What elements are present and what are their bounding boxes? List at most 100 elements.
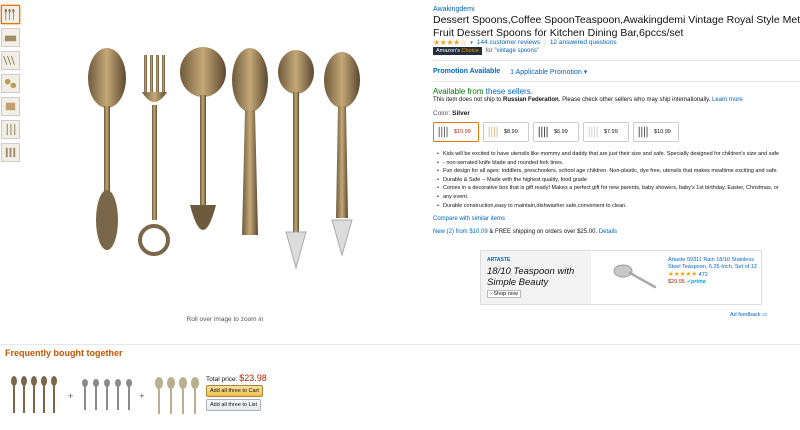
swatch-image: [638, 126, 648, 138]
swatch-price: $6.99: [554, 129, 568, 135]
new-offers-link[interactable]: New (2) from $10.09: [433, 229, 488, 235]
total-label: Total price:: [206, 376, 238, 383]
total-price: Total price: $23.98: [206, 373, 267, 383]
ad-product-info: Artaste 59311 Rain 18/10 Stainless Steel…: [668, 257, 761, 286]
add-all-to-cart-button[interactable]: Add all three to Cart: [206, 385, 263, 397]
fbt-product-image[interactable]: [8, 375, 62, 417]
learn-more-link[interactable]: Learn more: [712, 97, 743, 103]
feature-bullet: Durable & Safe -- Made with the highest …: [437, 176, 800, 185]
ad-price: $20.95: [668, 279, 685, 285]
fbt-product-image[interactable]: [79, 375, 133, 417]
review-count-link[interactable]: 144 customer reviews: [477, 39, 540, 46]
ad-feedback-link[interactable]: Ad feedback ▭: [730, 312, 767, 318]
ad-headline: 18/10 Teaspoon with Simple Beauty: [487, 266, 585, 288]
color-swatches: $10.99 $8.99 $6.99 $7.99 $10.99: [433, 122, 679, 142]
color-value: Silver: [452, 110, 470, 117]
ad-headline-line: Simple Beauty: [487, 277, 549, 288]
thumbnail[interactable]: [1, 5, 20, 24]
shop-now-button[interactable]: › Shop now: [487, 290, 585, 298]
ship-text: This item does not ship to: [433, 97, 502, 103]
ad-brand: ARTASTE: [487, 257, 511, 263]
swatch-price: $10.99: [654, 129, 671, 135]
promotion-label: Promotion Available: [433, 68, 501, 75]
shipping-notice: This item does not ship to Russian Feder…: [433, 97, 743, 103]
swatch-price: $8.99: [504, 129, 518, 135]
thumbnail-strip: [1, 5, 21, 166]
swatch-price: $10.99: [454, 129, 471, 135]
sponsored-ad[interactable]: ARTASTE 18/10 Teaspoon with Simple Beaut…: [480, 250, 762, 305]
compare-link[interactable]: Compare with similar items: [433, 216, 505, 222]
swatch-price: $7.99: [604, 129, 618, 135]
swatch-3[interactable]: $6.99: [533, 122, 579, 142]
divider: [0, 344, 800, 345]
details-link[interactable]: Details: [599, 229, 617, 235]
promotion-row: Promotion Available 1 Applicable Promoti…: [433, 68, 587, 76]
thumbnail[interactable]: [1, 28, 20, 47]
feature-bullet: Durable construction,easy to maintain,di…: [437, 202, 800, 211]
product-title: Dessert Spoons,Coffee SpoonTeaspoon,Awak…: [433, 14, 800, 39]
divider: |: [544, 39, 546, 46]
answered-questions-link[interactable]: 12 answered questions: [550, 39, 617, 46]
product-main-image[interactable]: [80, 40, 380, 285]
choice-for-label: for: [485, 48, 493, 54]
product-title-line: Dessert Spoons,Coffee SpoonTeaspoon,Awak…: [433, 14, 800, 26]
ship-country: Russian Federation: [503, 97, 559, 103]
feature-bullet: Kids will be excited to have utensils li…: [437, 150, 800, 159]
feature-bullets: Kids will be excited to have utensils li…: [437, 150, 800, 210]
plus-icon: +: [139, 391, 145, 401]
swatch-1[interactable]: $10.99: [433, 122, 479, 142]
promotion-link[interactable]: 1 Applicable Promotion ▾: [510, 68, 587, 76]
thumbnail[interactable]: [1, 120, 20, 139]
prime-icon: ✓prime: [686, 279, 706, 285]
zoom-hint: Roll over image to zoom in: [186, 316, 264, 323]
brand-link[interactable]: Awakingdemi: [433, 6, 475, 13]
fbt-products: + +: [8, 375, 205, 417]
divider: [433, 81, 800, 82]
swatch-image: [588, 126, 598, 138]
ad-product-title[interactable]: Artaste 59311 Rain 18/10 Stainless Steel…: [668, 257, 761, 271]
swatch-image: [438, 126, 448, 138]
ad-star-rating: ★★★★★: [668, 271, 698, 278]
new-offers: New (2) from $10.09 & FREE shipping on o…: [433, 229, 617, 235]
swatch-image: [538, 126, 548, 138]
fbt-heading: Frequently bought together: [5, 348, 123, 358]
swatch-4[interactable]: $7.99: [583, 122, 629, 142]
thumbnail[interactable]: [1, 51, 20, 70]
availability-text: Available from: [433, 87, 484, 96]
add-all-to-list-button[interactable]: Add all three to List: [206, 399, 262, 411]
color-label-text: Color:: [433, 110, 451, 117]
rating-row: ★★★★☆ ▾ 144 customer reviews | 12 answer…: [433, 38, 617, 47]
ad-banner[interactable]: ARTASTE 18/10 Teaspoon with Simple Beaut…: [481, 251, 591, 304]
ad-review-count[interactable]: 472: [699, 272, 708, 278]
ad-product-image[interactable]: [611, 257, 659, 297]
badge-text: Choice: [461, 48, 479, 54]
thumbnail[interactable]: [1, 97, 20, 116]
chevron-down-icon[interactable]: ▾: [470, 40, 473, 46]
feature-bullet: - non-serrated knife blade and rounded f…: [437, 159, 800, 168]
plus-icon: +: [68, 391, 74, 401]
star-rating[interactable]: ★★★★☆: [433, 38, 467, 47]
thumbnail[interactable]: [1, 74, 20, 93]
availability: Available from these sellers.: [433, 87, 533, 96]
amazons-choice-badge: Amazon's Choice: [433, 47, 482, 55]
swatch-5[interactable]: $10.99: [633, 122, 679, 142]
feature-bullet: Fun design for all ages: toddlers, presc…: [437, 167, 800, 176]
feature-bullet: any event.: [437, 193, 800, 202]
badge-text: Amazon's: [436, 48, 460, 54]
fbt-product-image[interactable]: [151, 375, 205, 417]
shop-now-label: › Shop now: [487, 290, 521, 298]
thumbnail[interactable]: [1, 143, 20, 162]
ship-text: . Please check other sellers who may shi…: [558, 97, 711, 103]
amazons-choice: Amazon's Choice for "vintage spoons": [433, 47, 539, 55]
total-value: $23.98: [239, 373, 267, 383]
swatch-image: [488, 126, 498, 138]
sellers-link[interactable]: these sellers.: [486, 87, 533, 96]
choice-for-text: for "vintage spoons": [486, 48, 539, 54]
color-label: Color: Silver: [433, 110, 470, 117]
choice-query-link[interactable]: "vintage spoons": [494, 48, 539, 54]
divider: [433, 60, 800, 61]
ad-headline-line: 18/10 Teaspoon with: [487, 266, 575, 277]
swatch-2[interactable]: $8.99: [483, 122, 529, 142]
feature-bullet: Comes in a decorative box that is gift r…: [437, 184, 800, 193]
new-offers-text: & FREE shipping on orders over $25.00.: [487, 229, 598, 235]
